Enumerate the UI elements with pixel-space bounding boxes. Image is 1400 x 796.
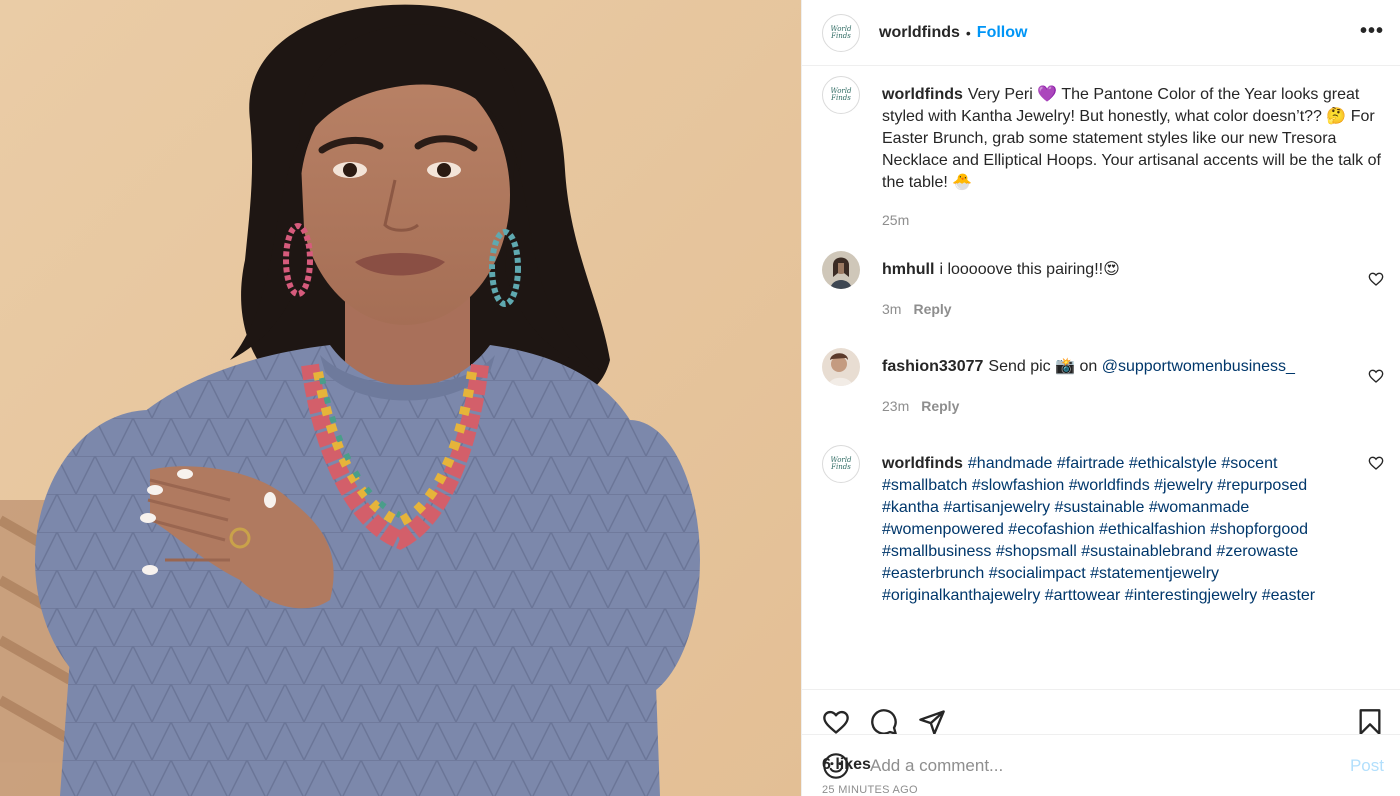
emoji-smiley-icon[interactable] — [822, 752, 850, 780]
reply-button[interactable]: Reply — [921, 398, 959, 414]
comment-text: i looooove this pairing!!😍 — [939, 261, 1120, 278]
caption-time[interactable]: 25m — [882, 212, 909, 228]
comment-time[interactable]: 3m — [882, 301, 901, 317]
commenter-avatar[interactable] — [822, 348, 860, 386]
caption-avatar-logo: World Finds — [830, 87, 852, 102]
follow-button[interactable]: Follow — [977, 24, 1028, 42]
like-comment-heart-icon[interactable] — [1368, 271, 1384, 287]
comment-body: hmhull i looooove this pairing!!😍 3m Reply — [882, 259, 1384, 320]
comment-item: fashion33077 Send pic 📸 on @supportwomenb… — [822, 348, 1384, 417]
avatar-logo: World Finds — [830, 24, 852, 40]
comment-text: Send pic 📸 on — [988, 358, 1102, 375]
comment-time[interactable]: 23m — [882, 398, 909, 414]
separator-dot: • — [965, 24, 971, 41]
comment-body: worldfinds #handmade #fairtrade #ethicals… — [882, 453, 1384, 607]
comment-meta: 23m Reply — [882, 395, 1348, 417]
comment-bubble-icon[interactable] — [870, 708, 898, 736]
photo-illustration — [0, 0, 801, 796]
caption-body: worldfinds Very Peri 💜 The Pantone Color … — [882, 84, 1384, 231]
comment-username[interactable]: fashion33077 — [882, 358, 983, 375]
comment-meta: 3m Reply — [882, 298, 1348, 320]
comment-item: hmhull i looooove this pairing!!😍 3m Reply — [822, 251, 1384, 320]
commenter-avatar[interactable] — [822, 251, 860, 289]
comment-body: fashion33077 Send pic 📸 on @supportwomenb… — [882, 356, 1384, 417]
mention-link[interactable]: @supportwomenbusiness_ — [1102, 358, 1295, 375]
post-image[interactable] — [0, 0, 801, 796]
post-modal: World Finds worldfinds • Follow ••• World… — [0, 0, 1400, 796]
like-comment-heart-icon[interactable] — [1368, 368, 1384, 384]
like-heart-icon[interactable] — [822, 708, 850, 736]
author-username[interactable]: worldfinds — [879, 24, 960, 42]
save-bookmark-icon[interactable] — [1356, 708, 1384, 736]
caption-meta: 25m — [882, 209, 1384, 231]
comments-list[interactable]: World Finds worldfinds Very Peri 💜 The Pan… — [802, 66, 1400, 689]
reply-button[interactable]: Reply — [913, 301, 951, 317]
caption-username[interactable]: worldfinds — [882, 86, 963, 103]
add-comment-bar: Post — [802, 734, 1400, 796]
like-comment-heart-icon[interactable] — [1368, 455, 1384, 471]
more-options-icon[interactable]: ••• — [1360, 20, 1384, 43]
share-paper-plane-icon[interactable] — [918, 708, 946, 736]
author-avatar[interactable]: World Finds — [822, 13, 860, 52]
caption-avatar[interactable]: World Finds — [822, 76, 860, 114]
hashtags[interactable]: #handmade #fairtrade #ethicalstyle #soce… — [882, 455, 1315, 604]
commenter-avatar[interactable]: World Finds — [822, 445, 860, 483]
post-header: World Finds worldfinds • Follow ••• — [802, 0, 1400, 66]
comment-username[interactable]: hmhull — [882, 261, 934, 278]
comment-item: World Finds worldfinds #handmade #fairtrad… — [822, 445, 1384, 607]
post-sidebar: World Finds worldfinds • Follow ••• World… — [801, 0, 1400, 796]
caption: World Finds worldfinds Very Peri 💜 The Pan… — [822, 76, 1384, 231]
post-comment-button[interactable]: Post — [1350, 756, 1384, 776]
comment-input[interactable] — [868, 754, 1350, 777]
commenter-avatar-logo: World Finds — [830, 456, 852, 471]
comment-username[interactable]: worldfinds — [882, 455, 963, 472]
